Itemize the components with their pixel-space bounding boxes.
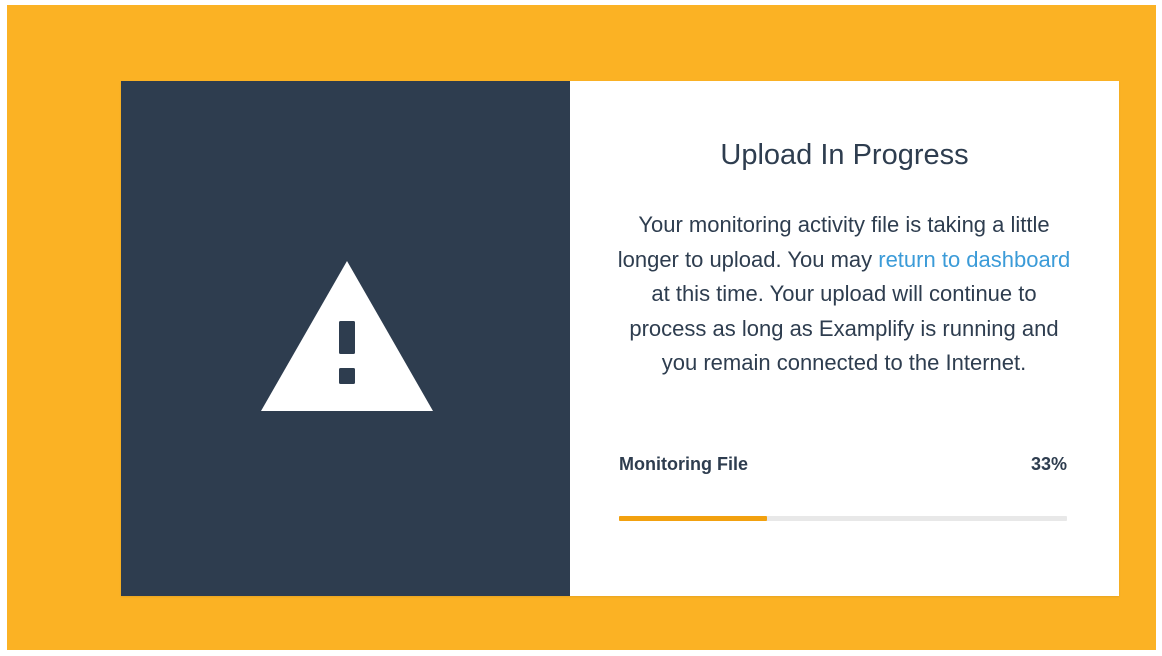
- dialog-content-panel: Upload In Progress Your monitoring activ…: [570, 81, 1119, 596]
- page-background: Upload In Progress Your monitoring activ…: [7, 5, 1156, 650]
- dialog-icon-panel: [121, 81, 570, 596]
- progress-percent: 33%: [1030, 454, 1067, 474]
- dialog-message: Your monitoring activity file is taking …: [610, 208, 1078, 381]
- progress-bar-fill: [619, 516, 767, 521]
- message-text-part2: at this time. Your upload will continue …: [629, 281, 1059, 375]
- progress-bar: [619, 516, 1067, 521]
- progress-header: Monitoring File 33%: [619, 454, 1067, 475]
- progress-label: Monitoring File: [619, 454, 748, 474]
- return-to-dashboard-link[interactable]: return to dashboard: [878, 247, 1070, 272]
- upload-dialog: Upload In Progress Your monitoring activ…: [121, 81, 1119, 596]
- warning-triangle-icon: [261, 261, 433, 411]
- dialog-title: Upload In Progress: [720, 139, 969, 171]
